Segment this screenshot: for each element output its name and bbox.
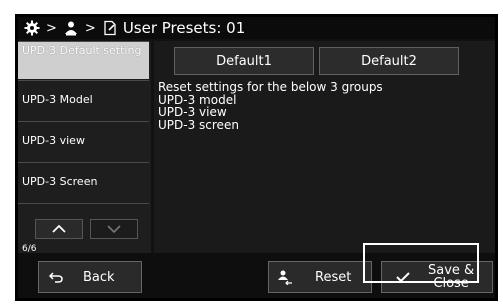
save-close-focus-outline bbox=[363, 243, 479, 283]
reset-user-icon bbox=[278, 270, 292, 285]
tab-label: Default2 bbox=[361, 53, 417, 69]
back-button[interactable]: Back bbox=[38, 261, 142, 293]
tab-label: Default1 bbox=[216, 53, 272, 69]
gear-icon bbox=[24, 20, 40, 36]
tab-default2[interactable]: Default2 bbox=[319, 47, 459, 75]
divider bbox=[18, 203, 149, 204]
main-panel: Default1 Default2 Reset settings for the… bbox=[154, 41, 495, 253]
sidebar-item-model[interactable]: UPD-3 Model bbox=[18, 80, 149, 118]
scroll-down-button[interactable] bbox=[90, 219, 138, 239]
scroll-up-button[interactable] bbox=[35, 219, 83, 239]
user-icon bbox=[63, 20, 79, 36]
sidebar-item-label: UPD-3 Screen bbox=[22, 174, 98, 188]
back-arrow-icon bbox=[49, 272, 63, 283]
breadcrumb-separator: > bbox=[46, 20, 57, 36]
sidebar-item-default-setting[interactable]: UPD-3 Default setting bbox=[18, 41, 149, 79]
page-title: User Presets: 01 bbox=[122, 19, 246, 37]
tab-default1[interactable]: Default1 bbox=[174, 47, 314, 75]
breadcrumb: > > User Presets: 01 bbox=[18, 17, 495, 39]
reset-label: Reset bbox=[315, 269, 352, 285]
pager: 6/6 bbox=[18, 216, 151, 256]
reset-description: Reset settings for the below 3 groups UP… bbox=[158, 80, 383, 132]
sidebar-item-label: UPD-3 view bbox=[22, 133, 85, 147]
sidebar-item-screen[interactable]: UPD-3 Screen bbox=[18, 162, 149, 200]
reset-button[interactable]: Reset bbox=[268, 261, 372, 293]
breadcrumb-separator: > bbox=[84, 20, 96, 36]
back-label: Back bbox=[83, 269, 115, 285]
sidebar-item-label: UPD-3 Model bbox=[22, 92, 93, 106]
sidebar-item-view[interactable]: UPD-3 view bbox=[18, 121, 149, 159]
chevron-up-icon bbox=[52, 224, 66, 233]
chevron-down-icon bbox=[107, 225, 121, 234]
sidebar-item-label: UPD-3 Default setting bbox=[22, 44, 142, 57]
document-icon bbox=[102, 20, 118, 36]
